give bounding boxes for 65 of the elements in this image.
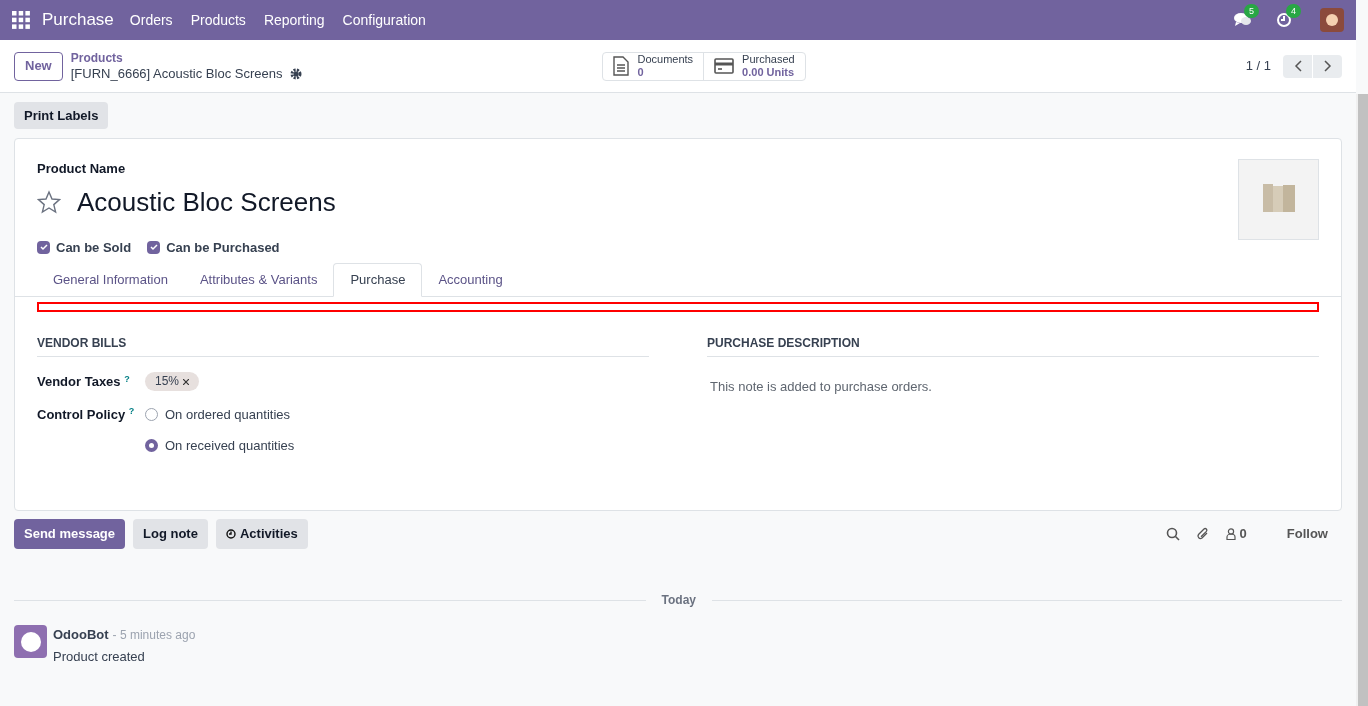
user-avatar[interactable]: [1320, 8, 1344, 32]
send-message-button[interactable]: Send message: [14, 519, 126, 549]
apps-menu-icon[interactable]: [12, 11, 30, 29]
breadcrumb-link[interactable]: Products: [70, 51, 303, 66]
menu-item[interactable]: Products: [190, 9, 246, 31]
field-label: Product Name: [37, 160, 127, 178]
chevron-left-icon: [1293, 60, 1302, 72]
checkbox-label: Can be Sold: [56, 238, 132, 257]
radio-button[interactable]: [145, 407, 158, 421]
section-title: VENDOR BILLS: [37, 334, 649, 357]
menu-item[interactable]: Reporting: [263, 9, 325, 31]
help-tooltip[interactable]: ?: [128, 406, 135, 416]
help-tooltip[interactable]: ?: [124, 373, 130, 384]
date-separator: Today: [661, 592, 696, 609]
menu-item[interactable]: Orders: [129, 9, 173, 31]
followers-button[interactable]: 0: [1225, 524, 1247, 544]
checkbox-label: Can be Purchased: [166, 238, 280, 257]
follow-button[interactable]: Follow: [1286, 524, 1328, 544]
checkbox[interactable]: [147, 240, 161, 254]
menu-item[interactable]: Configuration: [342, 9, 426, 31]
clock-icon: [225, 529, 236, 539]
previous-button[interactable]: [1283, 54, 1312, 78]
paperclip-icon[interactable]: [1195, 527, 1210, 541]
activities-button[interactable]: Activities: [215, 519, 308, 549]
field-label: Vendor Taxes: [37, 374, 121, 389]
record-title: [FURN_6666] Acoustic Bloc Screens: [70, 66, 283, 81]
log-note-button[interactable]: Log note: [133, 519, 208, 549]
product-name-field[interactable]: Acoustic Bloc Screens: [77, 182, 336, 222]
description-field[interactable]: This note is added to purchase orders.: [707, 377, 1319, 397]
chevron-right-icon: [1323, 60, 1332, 72]
person-icon: [1225, 528, 1236, 540]
credit-card-icon: [714, 58, 735, 74]
tax-tag[interactable]: 15%: [145, 372, 200, 391]
tab[interactable]: Accounting: [422, 263, 519, 297]
section-title: PURCHASE DESCRIPTION: [707, 334, 1319, 357]
check-icon: [149, 243, 158, 252]
tab[interactable]: Purchase: [333, 263, 423, 297]
radio-label: On ordered quantities: [165, 405, 291, 424]
tab[interactable]: Attributes & Variants: [183, 263, 334, 297]
next-button[interactable]: [1313, 54, 1342, 78]
radio-label: On received quantities: [165, 437, 295, 455]
stat-button[interactable]: Purchased 0.00 Units: [703, 52, 805, 80]
star-icon[interactable]: [37, 190, 61, 214]
chat-icon[interactable]: [1234, 12, 1252, 28]
bot-avatar: [14, 625, 47, 658]
stat-button[interactable]: Documents 0: [603, 52, 704, 80]
activity-count-badge: 4: [1286, 4, 1301, 18]
scrollbar[interactable]: [1356, 94, 1368, 706]
pager-value: 1 / 1: [1245, 57, 1271, 76]
checkbox[interactable]: [37, 240, 50, 254]
message-time: - 5 minutes ago: [112, 627, 196, 644]
app-name[interactable]: Purchase: [42, 7, 114, 33]
search-icon[interactable]: [1165, 527, 1180, 541]
new-button[interactable]: New: [14, 51, 63, 81]
message-body: Product created: [53, 647, 146, 666]
clock-icon[interactable]: [1276, 12, 1292, 28]
message-author: OdooBot: [53, 626, 109, 644]
remove-icon[interactable]: [183, 378, 190, 385]
print-labels-button[interactable]: Print Labels: [14, 102, 109, 129]
check-icon: [39, 243, 48, 252]
message-count-badge: 5: [1244, 4, 1259, 18]
document-icon: [613, 56, 630, 76]
field-label: Control Policy: [37, 406, 126, 422]
radio-button[interactable]: [145, 439, 158, 453]
tab[interactable]: General Information: [37, 263, 184, 297]
